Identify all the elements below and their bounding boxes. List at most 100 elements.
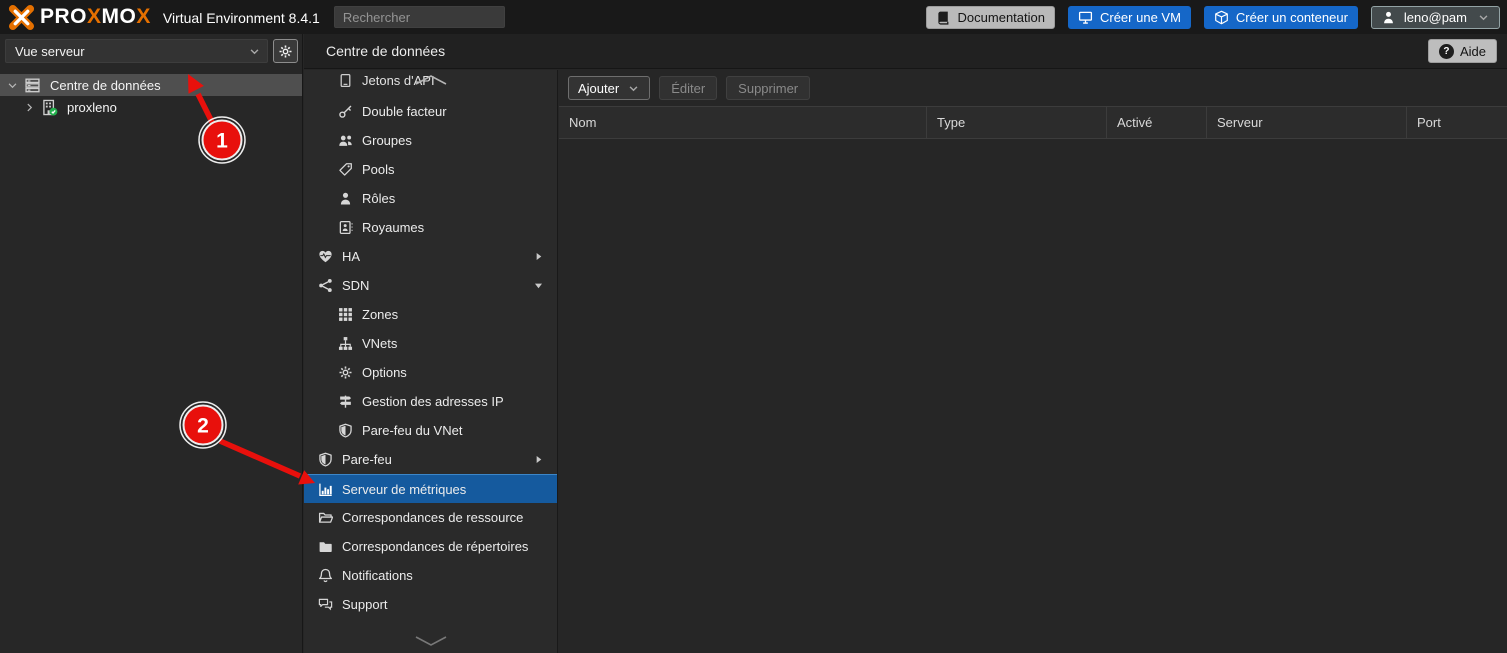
- create-vm-button[interactable]: Créer une VM: [1068, 6, 1191, 29]
- menu-item-vnets[interactable]: VNets: [304, 329, 557, 358]
- column-header-1[interactable]: Type: [926, 107, 1106, 138]
- users-icon: [337, 133, 353, 148]
- bar-chart-icon: [317, 482, 333, 497]
- menu-item-double-facteur[interactable]: Double facteur: [304, 97, 557, 126]
- chevron-down-icon: [1477, 11, 1490, 24]
- menu-item-sdn[interactable]: SDN: [304, 271, 557, 300]
- edit-button[interactable]: Éditer: [659, 76, 717, 100]
- proxmox-logo: PROXMOX Virtual Environment 8.4.1: [8, 4, 320, 31]
- book-icon: [936, 10, 951, 25]
- view-select[interactable]: Vue serveur: [5, 39, 268, 63]
- create-container-button[interactable]: Créer un conteneur: [1204, 6, 1358, 29]
- menu-item-label: Groupes: [362, 133, 412, 148]
- tree-item-datacenter[interactable]: Centre de données: [0, 74, 302, 96]
- version-text: Virtual Environment 8.4.1: [163, 10, 320, 26]
- menu-item-support[interactable]: Support: [304, 590, 557, 619]
- heartbeat-icon: [317, 249, 333, 264]
- menu-item-label: Correspondances de ressource: [342, 510, 523, 525]
- content-header: Centre de données Aide: [304, 34, 1507, 69]
- column-header-4[interactable]: Port: [1406, 107, 1507, 138]
- user-icon: [1381, 10, 1396, 25]
- expand-caret-right-icon: [532, 250, 545, 263]
- cube-icon: [1214, 10, 1229, 25]
- scroll-up-icon[interactable]: [411, 72, 451, 87]
- brand-wordmark: PROXMOX: [40, 5, 151, 29]
- create-container-label: Créer un conteneur: [1236, 10, 1348, 25]
- node-online-icon: [41, 99, 58, 116]
- menu-item-label: Rôles: [362, 191, 395, 206]
- menu-item-label: VNets: [362, 336, 397, 351]
- bell-icon: [317, 568, 333, 583]
- menu-item-gestion-adresses-ip[interactable]: Gestion des adresses IP: [304, 387, 557, 416]
- monitor-icon: [1078, 10, 1093, 25]
- user-menu-button[interactable]: leno@pam: [1371, 6, 1500, 29]
- resource-sidebar: Vue serveur Centre de données proxleno: [0, 34, 303, 653]
- gear-icon: [337, 365, 353, 380]
- menu-item-corresp-repertoires[interactable]: Correspondances de répertoires: [304, 532, 557, 561]
- menu-item-label: Gestion des adresses IP: [362, 394, 504, 409]
- column-header-2[interactable]: Activé: [1106, 107, 1206, 138]
- menu-item-groupes[interactable]: Groupes: [304, 126, 557, 155]
- help-button[interactable]: Aide: [1428, 39, 1497, 63]
- column-header-0[interactable]: Nom: [559, 107, 926, 138]
- menu-item-ha[interactable]: HA: [304, 242, 557, 271]
- sidebar-settings-button[interactable]: [273, 39, 298, 63]
- create-vm-label: Créer une VM: [1100, 10, 1181, 25]
- user-label: leno@pam: [1404, 10, 1467, 25]
- chevron-down-icon: [627, 82, 640, 95]
- menu-item-options[interactable]: Options: [304, 358, 557, 387]
- menu-item-notifications[interactable]: Notifications: [304, 561, 557, 590]
- sitemap-icon: [337, 336, 353, 351]
- top-header: PROXMOX Virtual Environment 8.4.1 Docume…: [0, 0, 1507, 34]
- delete-label: Supprimer: [738, 81, 798, 96]
- view-select-value: Vue serveur: [15, 44, 85, 59]
- expand-caret-right-icon: [532, 453, 545, 466]
- address-book-icon: [337, 220, 353, 235]
- brand-segment: MO: [102, 5, 137, 29]
- documentation-button[interactable]: Documentation: [926, 6, 1055, 29]
- menu-item-label: Serveur de métriques: [342, 482, 466, 497]
- map-signs-icon: [337, 394, 353, 409]
- scroll-down-icon[interactable]: [411, 634, 451, 649]
- menu-item-label: Pools: [362, 162, 395, 177]
- delete-button[interactable]: Supprimer: [726, 76, 810, 100]
- menu-item-pare-feu-vnet[interactable]: Pare-feu du VNet: [304, 416, 557, 445]
- grid-icon: [337, 307, 353, 322]
- chevron-down-icon[interactable]: [4, 79, 20, 92]
- proxmox-x-icon: [8, 4, 35, 31]
- menu-item-label: Pare-feu: [342, 452, 392, 467]
- brand-segment: X: [87, 5, 102, 29]
- add-button[interactable]: Ajouter: [568, 76, 650, 100]
- menu-item-royaumes[interactable]: Royaumes: [304, 213, 557, 242]
- menu-item-pools[interactable]: Pools: [304, 155, 557, 184]
- chevron-right-icon[interactable]: [21, 101, 37, 114]
- menu-item-label: Royaumes: [362, 220, 424, 235]
- menu-item-label: Notifications: [342, 568, 413, 583]
- shield-icon: [337, 423, 353, 438]
- column-header-3[interactable]: Serveur: [1206, 107, 1406, 138]
- table-header: NomTypeActivéServeurPort: [559, 106, 1507, 139]
- menu-item-label: SDN: [342, 278, 369, 293]
- menu-item-corresp-ressource[interactable]: Correspondances de ressource: [304, 503, 557, 532]
- server-stack-icon: [24, 77, 41, 94]
- tree-item-node-proxleno[interactable]: proxleno: [0, 96, 302, 118]
- tree-item-label: proxleno: [67, 100, 117, 115]
- menu-item-zones[interactable]: Zones: [304, 300, 557, 329]
- menu-item-label: Pare-feu du VNet: [362, 423, 462, 438]
- brand-segment: PRO: [40, 5, 87, 29]
- menu-item-serveur-metriques[interactable]: Serveur de métriques: [304, 474, 557, 503]
- edit-label: Éditer: [671, 81, 705, 96]
- menu-item-roles[interactable]: Rôles: [304, 184, 557, 213]
- chevron-down-icon: [248, 45, 261, 58]
- menu-item-label: HA: [342, 249, 360, 264]
- collapse-caret-down-icon: [532, 279, 545, 292]
- question-icon: [1439, 44, 1454, 59]
- search-input[interactable]: [334, 6, 505, 28]
- menu-item-label: Support: [342, 597, 388, 612]
- gear-icon: [278, 44, 293, 59]
- menu-item-label: Zones: [362, 307, 398, 322]
- menu-item-pare-feu[interactable]: Pare-feu: [304, 445, 557, 474]
- tree-item-label: Centre de données: [50, 78, 161, 93]
- resource-tree: Centre de données proxleno: [0, 74, 302, 118]
- folder-icon: [317, 539, 333, 554]
